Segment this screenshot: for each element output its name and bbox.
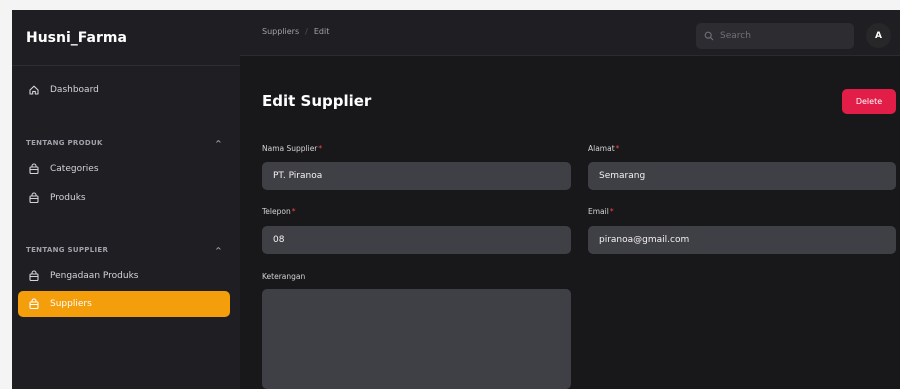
alamat-field[interactable]: Semarang: [588, 162, 896, 190]
chevron-up-icon[interactable]: ^: [215, 139, 222, 148]
breadcrumb-edit: Edit: [313, 27, 330, 36]
main-content: Edit Supplier Delete Nama Supplier* PT. …: [240, 56, 900, 389]
telepon-field[interactable]: 08: [262, 226, 571, 254]
required-marker: *: [318, 144, 323, 153]
search-input[interactable]: Search: [696, 23, 854, 49]
telepon-label: Telepon*: [262, 207, 295, 216]
sidebar-group-produk[interactable]: TENTANG PRODUK ^: [26, 139, 226, 148]
window-frame-left: [0, 0, 12, 389]
home-icon: [28, 84, 40, 96]
required-marker: *: [615, 144, 620, 153]
sidebar-item-label: Suppliers: [50, 299, 92, 309]
sidebar: Husni_Farma Dashboard TENTANG PRODUK ^ C…: [12, 10, 240, 389]
required-marker: *: [609, 207, 614, 216]
sidebar-item-pengadaan-produks[interactable]: Pengadaan Produks: [18, 263, 230, 289]
nama-supplier-label: Nama Supplier*: [262, 144, 322, 153]
sidebar-item-categories[interactable]: Categories: [18, 156, 230, 182]
bag-icon: [28, 163, 40, 175]
alamat-label-text: Alamat: [588, 144, 615, 153]
sidebar-item-dashboard[interactable]: Dashboard: [18, 77, 230, 103]
keterangan-label: Keterangan: [262, 272, 306, 281]
search-icon: [704, 31, 714, 41]
window-frame-top: [0, 0, 900, 10]
email-label-text: Email: [588, 207, 609, 216]
nama-supplier-field[interactable]: PT. Piranoa: [262, 162, 571, 190]
bag-icon: [28, 298, 40, 310]
email-field[interactable]: piranoa@gmail.com: [588, 226, 896, 254]
breadcrumb-suppliers[interactable]: Suppliers: [262, 27, 299, 36]
avatar[interactable]: A: [866, 23, 891, 48]
sidebar-item-label: Produks: [50, 193, 86, 203]
breadcrumb-separator: /: [305, 27, 308, 36]
sidebar-item-label: Dashboard: [50, 85, 99, 95]
app-brand[interactable]: Husni_Farma: [12, 10, 240, 66]
email-label: Email*: [588, 207, 614, 216]
sidebar-group-supplier[interactable]: TENTANG SUPPLIER ^: [26, 246, 226, 255]
sidebar-item-label: Pengadaan Produks: [50, 271, 139, 281]
breadcrumb: Suppliers / Edit: [262, 27, 329, 36]
sidebar-item-produks[interactable]: Produks: [18, 185, 230, 211]
page-title: Edit Supplier: [262, 92, 372, 110]
sidebar-group-label: TENTANG PRODUK: [26, 139, 103, 147]
search-placeholder: Search: [720, 31, 751, 41]
topbar: Suppliers / Edit Search A: [240, 10, 900, 56]
bag-icon: [28, 192, 40, 204]
delete-button[interactable]: Delete: [842, 89, 896, 114]
chevron-up-icon[interactable]: ^: [215, 246, 222, 255]
keterangan-textarea[interactable]: [262, 289, 571, 389]
nama-supplier-label-text: Nama Supplier: [262, 144, 318, 153]
sidebar-item-label: Categories: [50, 164, 99, 174]
alamat-label: Alamat*: [588, 144, 619, 153]
bag-icon: [28, 270, 40, 282]
telepon-label-text: Telepon: [262, 207, 291, 216]
sidebar-group-label: TENTANG SUPPLIER: [26, 246, 109, 254]
required-marker: *: [291, 207, 296, 216]
sidebar-item-suppliers[interactable]: Suppliers: [18, 291, 230, 317]
